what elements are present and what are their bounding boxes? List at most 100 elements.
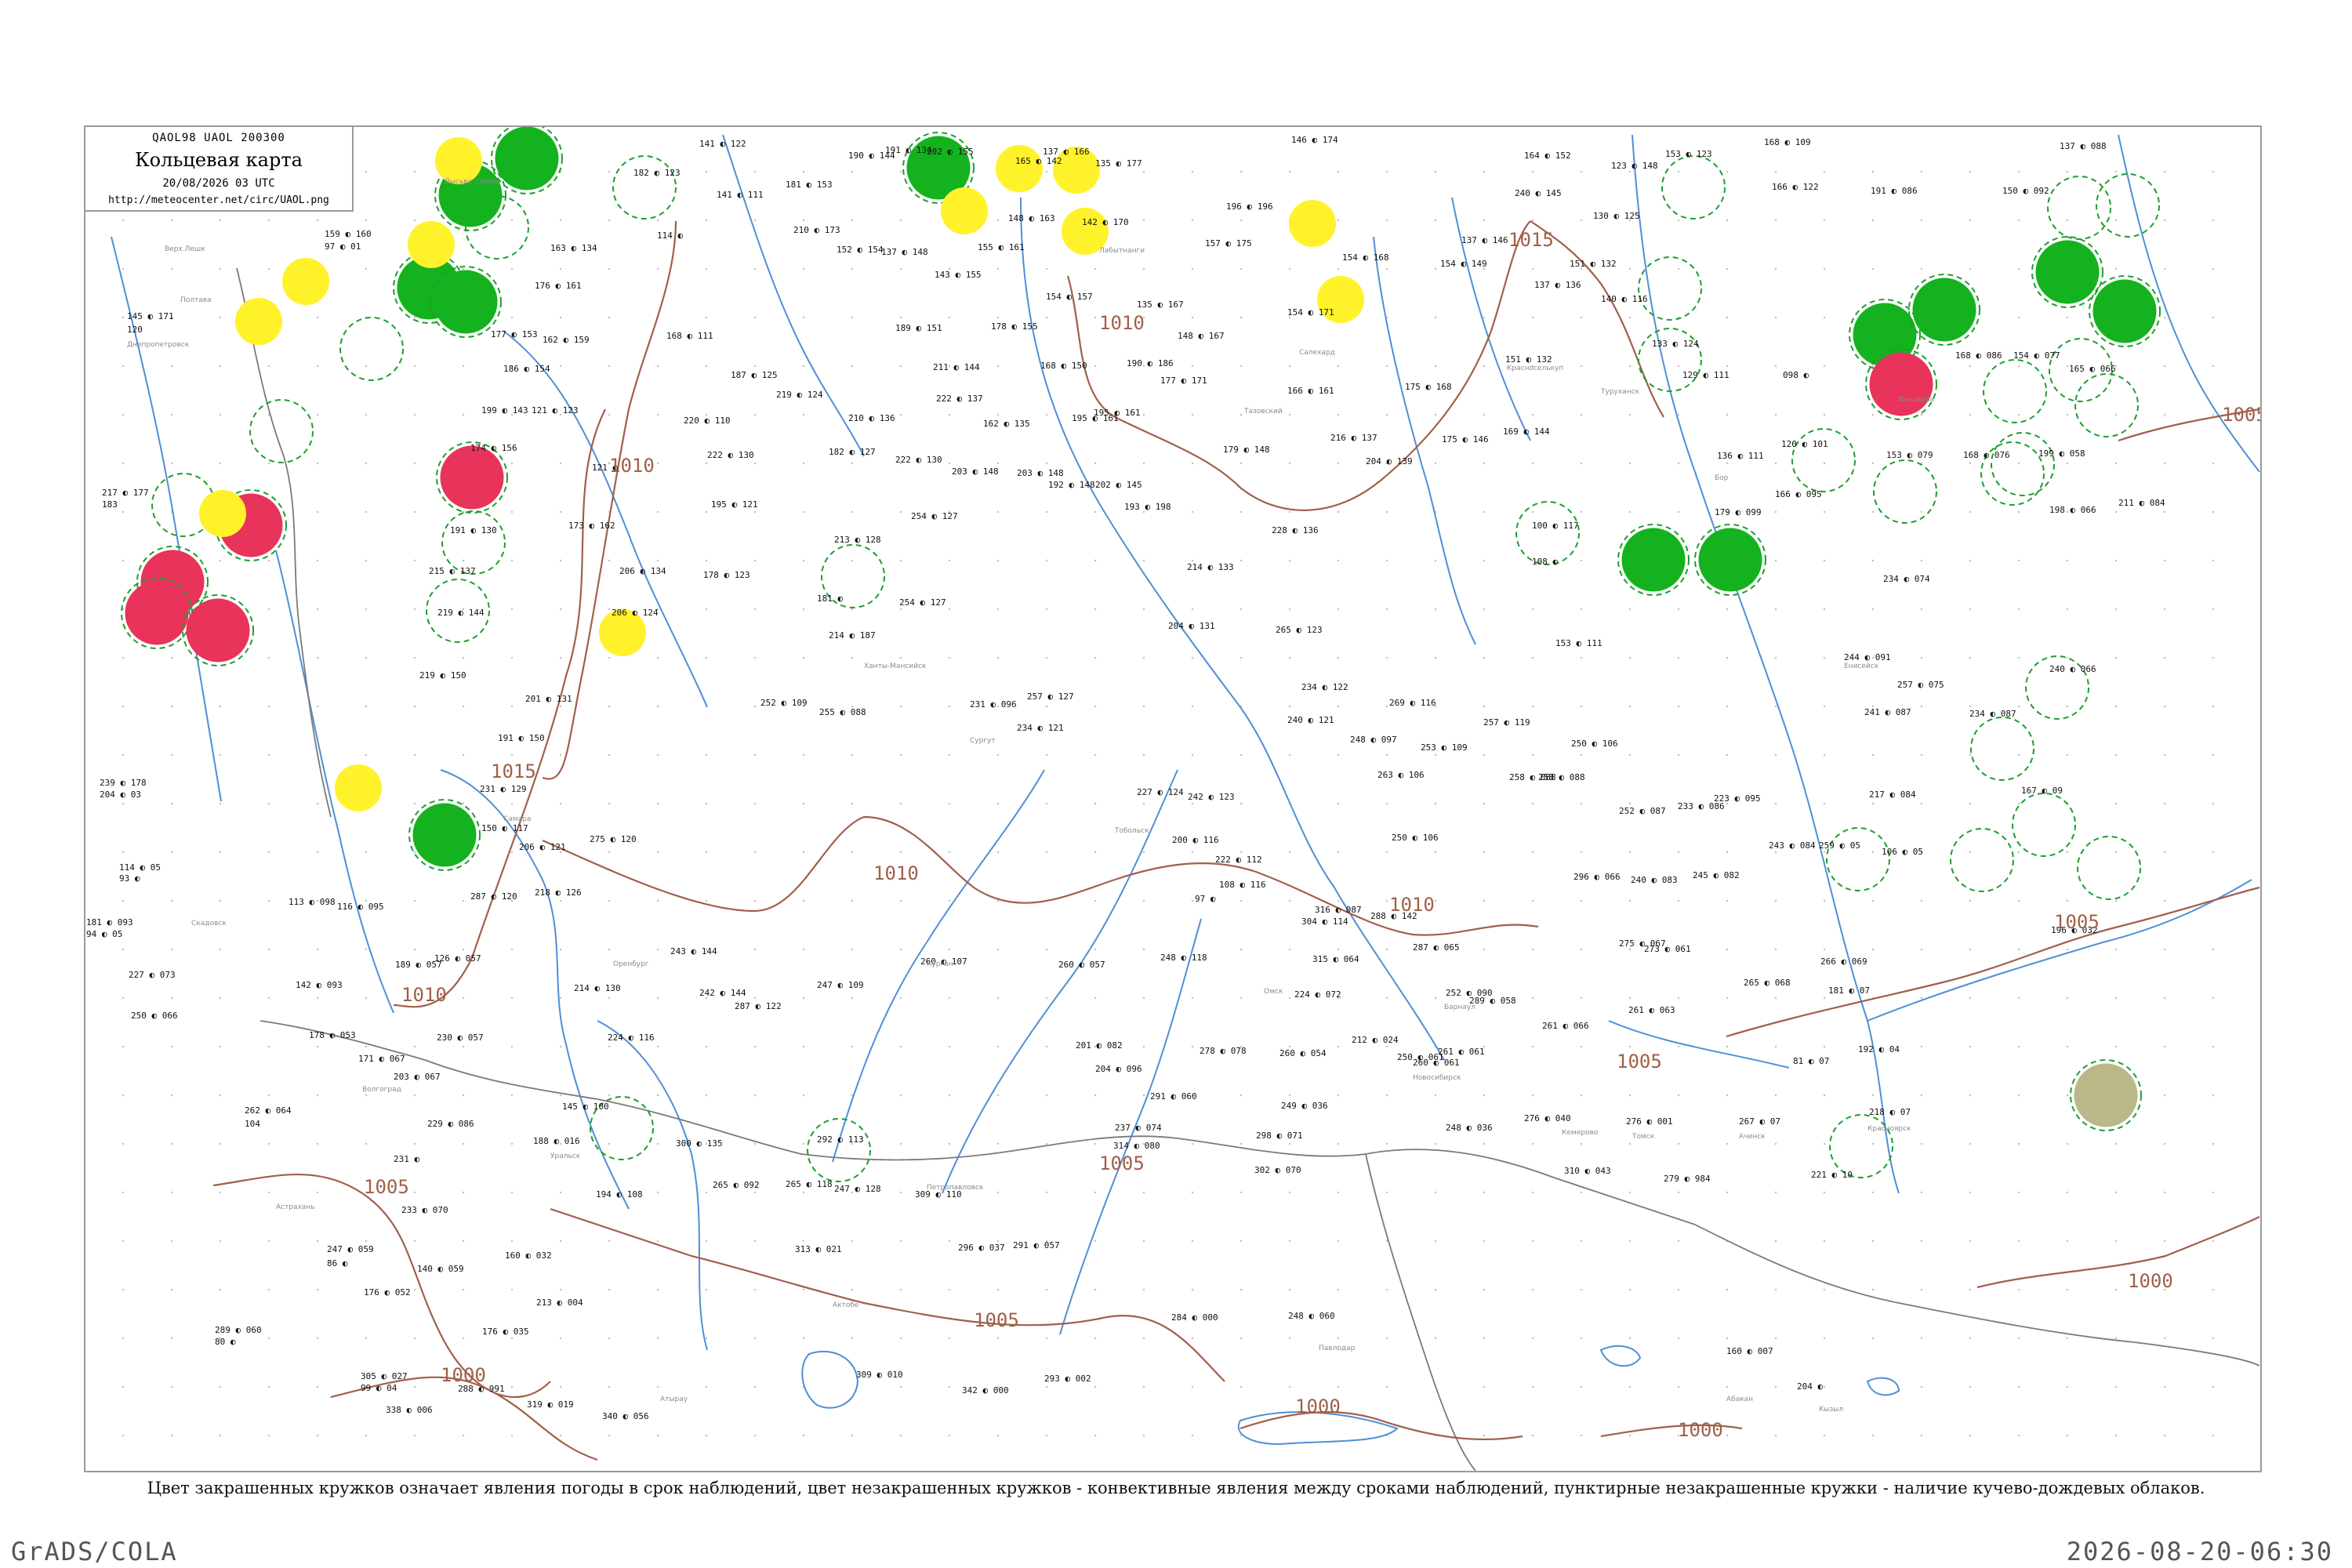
station-plot[interactable]: 219 ◐ 124 xyxy=(776,390,823,400)
station-plot[interactable]: 182 ◐ 123 xyxy=(633,168,681,178)
station-plot[interactable]: 316 ◐ 087 xyxy=(1315,905,1362,915)
station-plot[interactable]: 116 ◐ 095 xyxy=(337,902,384,912)
station-plot[interactable]: 190 ◐ 186 xyxy=(1127,358,1174,368)
station-plot[interactable]: 129 ◐ 111 xyxy=(1682,370,1730,380)
station-plot[interactable]: 181 ◐ 07 xyxy=(1828,985,1870,996)
weather-marker-yellow[interactable] xyxy=(435,137,482,184)
station-plot[interactable]: 239 ◐ 178 xyxy=(100,778,147,788)
station-plot[interactable]: 193 ◐ 198 xyxy=(1124,502,1171,512)
station-plot[interactable]: 166 ◐ 161 xyxy=(1287,386,1334,396)
station-plot[interactable]: 218 ◐ 07 xyxy=(1869,1107,1911,1117)
station-plot[interactable]: 265 ◐ 118 xyxy=(786,1179,833,1189)
station-plot[interactable]: 305 ◐ 027 xyxy=(361,1371,408,1381)
station-plot[interactable]: 300 ◐ 135 xyxy=(676,1138,723,1149)
station-plot[interactable]: 221 ◐ 10 xyxy=(1811,1170,1853,1180)
station-plot[interactable]: 177 ◐ 153 xyxy=(491,329,538,339)
station-plot[interactable]: 151 ◐ 132 xyxy=(1570,259,1617,269)
station-plot[interactable]: 201 ◐ 131 xyxy=(525,694,572,704)
station-plot[interactable]: 267 ◐ 07 xyxy=(1739,1116,1780,1127)
station-plot[interactable]: 178 ◐ 053 xyxy=(309,1030,356,1040)
station-plot[interactable]: 340 ◐ 056 xyxy=(602,1411,649,1421)
station-plot[interactable]: 227 ◐ 124 xyxy=(1137,787,1184,797)
station-plot[interactable]: 287 ◐ 122 xyxy=(735,1001,782,1011)
station-plot[interactable]: 230 ◐ 057 xyxy=(437,1033,484,1043)
weather-marker-green[interactable] xyxy=(1621,528,1686,592)
station-plot[interactable]: 252 ◐ 087 xyxy=(1619,806,1666,816)
station-plot[interactable]: 137 ◐ 148 xyxy=(881,247,928,257)
station-plot[interactable]: 291 ◐ 060 xyxy=(1150,1091,1197,1102)
station-plot[interactable]: 247 ◐ 128 xyxy=(834,1184,881,1194)
station-plot[interactable]: 240 ◐ 121 xyxy=(1287,715,1334,725)
station-plot[interactable]: 242 ◐ 123 xyxy=(1188,792,1235,802)
station-plot[interactable]: 206 ◐ 121 xyxy=(519,842,566,852)
station-plot[interactable]: 259 ◐ 05 xyxy=(1819,840,1860,851)
station-plot[interactable]: 261 ◐ 066 xyxy=(1542,1021,1589,1031)
source-url[interactable]: http://meteocenter.net/circ/UAOL.png xyxy=(85,194,352,206)
station-plot[interactable]: 135 ◐ 177 xyxy=(1095,158,1142,169)
station-plot[interactable]: 302 ◐ 070 xyxy=(1254,1165,1301,1175)
station-plot[interactable]: 224 ◐ 116 xyxy=(608,1033,655,1043)
station-plot[interactable]: 252 ◐ 109 xyxy=(760,698,808,708)
station-plot[interactable]: 166 ◐ 122 xyxy=(1772,182,1819,192)
station-plot[interactable]: 169 ◐ 144 xyxy=(1503,426,1550,437)
station-plot[interactable]: 140 ◐ 059 xyxy=(417,1264,464,1274)
station-plot[interactable]: 113 ◐ 098 xyxy=(289,897,336,907)
weather-marker-yellow[interactable] xyxy=(1289,200,1336,247)
station-plot[interactable]: 176 ◐ 161 xyxy=(535,281,582,291)
station-plot[interactable]: 154 ◐ 168 xyxy=(1342,252,1389,263)
station-plot[interactable]: 150 ◐ 092 xyxy=(2002,186,2049,196)
station-plot[interactable]: 204 ◐ xyxy=(1797,1381,1823,1392)
station-plot[interactable]: 153 ◐ 123 xyxy=(1665,149,1712,159)
station-plot[interactable]: 216 ◐ 137 xyxy=(1330,433,1377,443)
station-plot[interactable]: 80 ◐ xyxy=(215,1337,236,1347)
station-plot[interactable]: 168 ◐ 086 xyxy=(1955,350,2002,361)
station-plot[interactable]: 199 ◐ 143 xyxy=(481,405,528,416)
station-plot[interactable]: 146 ◐ 174 xyxy=(1291,135,1338,145)
station-plot[interactable]: 176 ◐ 052 xyxy=(364,1287,411,1298)
station-plot[interactable]: 154 ◐ 171 xyxy=(1287,307,1334,318)
station-plot[interactable]: 154 ◐ 077 xyxy=(2013,350,2060,361)
station-plot[interactable]: 248 ◐ 060 xyxy=(1288,1311,1335,1321)
station-plot[interactable]: 248 ◐ 036 xyxy=(1446,1123,1493,1133)
station-plot[interactable]: 254 ◐ 127 xyxy=(911,511,958,521)
station-plot[interactable]: 273 ◐ 061 xyxy=(1644,944,1691,954)
station-plot[interactable]: 114 ◐ xyxy=(657,230,683,241)
station-plot[interactable]: 204 ◐ 096 xyxy=(1095,1064,1142,1074)
station-plot[interactable]: 189 ◐ 057 xyxy=(395,960,442,970)
station-plot[interactable]: 211 ◐ 144 xyxy=(933,362,980,372)
station-plot[interactable]: 164 ◐ 152 xyxy=(1524,151,1571,161)
station-plot[interactable]: 168 ◐ 109 xyxy=(1764,137,1811,147)
station-plot[interactable]: 168 ◐ 111 xyxy=(666,331,713,341)
station-plot[interactable]: 210 ◐ 173 xyxy=(793,225,840,235)
station-plot[interactable]: 97 ◐ xyxy=(1195,894,1216,904)
station-plot[interactable]: 136 ◐ 111 xyxy=(1717,451,1764,461)
station-plot[interactable]: 276 ◐ 001 xyxy=(1626,1116,1673,1127)
station-plot[interactable]: 258 ◐ 088 xyxy=(1509,772,1556,782)
station-plot[interactable]: 211 ◐ 084 xyxy=(2118,498,2165,508)
station-plot[interactable]: 275 ◐ 120 xyxy=(590,834,637,844)
station-plot[interactable]: 228 ◐ 136 xyxy=(1272,525,1319,535)
station-plot[interactable]: 248 ◐ 118 xyxy=(1160,953,1207,963)
station-plot[interactable]: 141 ◐ 111 xyxy=(717,190,764,200)
station-plot[interactable]: 137 ◐ 088 xyxy=(2060,141,2107,151)
station-plot[interactable]: 234 ◐ 074 xyxy=(1883,574,1930,584)
station-plot[interactable]: 201 ◐ 082 xyxy=(1076,1040,1123,1051)
station-plot[interactable]: 261 ◐ 061 xyxy=(1438,1047,1485,1057)
station-plot[interactable]: 234 ◐ 121 xyxy=(1017,723,1064,733)
weather-marker-yellow[interactable] xyxy=(282,258,329,305)
station-plot[interactable]: 121 ◐ 123 xyxy=(532,405,579,416)
station-plot[interactable]: 160 ◐ 032 xyxy=(505,1250,552,1261)
station-plot[interactable]: 289 ◐ 060 xyxy=(215,1325,262,1335)
station-plot[interactable]: 203 ◐ 067 xyxy=(394,1072,441,1082)
station-plot[interactable]: 157 ◐ 175 xyxy=(1205,238,1252,249)
station-plot[interactable]: 214 ◐ 187 xyxy=(829,630,876,641)
station-plot[interactable]: 219 ◐ 144 xyxy=(437,608,485,618)
station-plot[interactable]: 296 ◐ 037 xyxy=(958,1243,1005,1253)
station-plot[interactable]: 171 ◐ 067 xyxy=(358,1054,405,1064)
weather-marker-yellow[interactable] xyxy=(408,221,455,268)
station-plot[interactable]: 304 ◐ 114 xyxy=(1301,916,1348,927)
station-plot[interactable]: 313 ◐ 021 xyxy=(795,1244,842,1254)
weather-marker-red[interactable] xyxy=(1869,352,1933,416)
weather-marker-green[interactable] xyxy=(434,270,498,334)
station-plot[interactable]: 179 ◐ 148 xyxy=(1223,445,1270,455)
